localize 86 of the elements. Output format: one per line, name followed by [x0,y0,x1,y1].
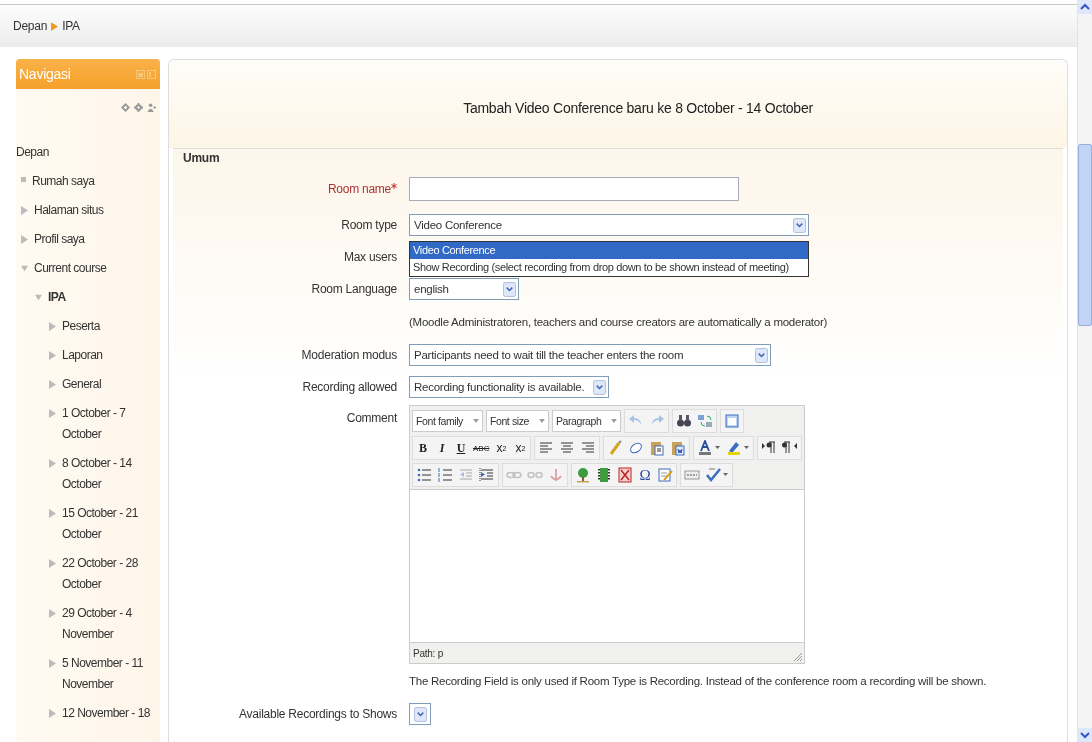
dropdown[interactable]: english [409,278,519,300]
dock-icon [136,69,145,79]
field-label: Room name [327,182,391,196]
dropdown-arrow-icon [472,419,479,423]
highlight-icon [726,440,751,456]
nav-item[interactable]: 15 October - 21 October [62,503,160,545]
format-button[interactable]: U [452,438,470,458]
toolbar-dropdown[interactable]: Font size [485,410,549,432]
nav-item[interactable]: Profil saya [34,229,85,250]
field-label: Room Language [311,282,397,296]
format-button[interactable]: B [414,438,432,458]
nav-item[interactable]: Current course [34,258,107,279]
help-text: (Moodle Administratoren, teachers and course creators are automatically a moderator) [409,316,828,328]
settings-icon [134,103,143,112]
field-label: Available Recordings to Shows [239,707,397,721]
dropdown-arrow-icon [611,419,618,423]
text-color-icon [697,440,722,456]
bullet-list-icon [416,467,432,483]
replace-icon [697,413,714,429]
toolbar-dropdown[interactable]: Paragraph [551,410,622,432]
text-input[interactable] [409,177,739,201]
nav-item[interactable]: Depan [16,142,49,163]
field-label: Max users [343,250,397,264]
resize-grip-icon [794,653,803,661]
anchor-icon [548,467,564,483]
outdent-icon [458,467,474,483]
breadcrumb-link[interactable]: IPA [62,19,80,33]
paste-word-icon [670,440,687,456]
block-title: Navigasi [19,66,71,82]
collapse-icon [147,69,156,79]
paste-text-icon [649,440,666,456]
image-icon [575,467,591,483]
dropdown[interactable]: Video Conference [409,214,809,236]
field-label: Moderation modus [301,348,397,362]
indent-icon [479,467,495,483]
nav-item[interactable]: IPA [48,287,66,308]
nav-item[interactable]: 5 November - 11 November [62,653,160,695]
brush-icon [607,440,624,456]
form-title: Tambah Video Conference baru ke 8 October - 14 October [463,100,813,116]
dropdown-option[interactable]: Video Conference [410,242,808,259]
format-button[interactable]: ABC [471,438,492,458]
nav-item[interactable]: 29 October - 4 November [62,603,160,645]
nav-item[interactable]: General [62,374,102,395]
field-label: Room type [341,218,397,232]
bullet-icon [21,177,26,182]
scroll-thumb[interactable] [1078,144,1092,326]
numbered-list-icon [437,467,453,483]
right-to-left-icon [782,440,799,456]
format-button[interactable]: x$^{2}$ [511,438,530,458]
scrollbar[interactable] [1077,0,1092,742]
scroll-down-button[interactable] [1078,728,1092,742]
binoculars-icon [676,413,693,429]
dropdown[interactable]: Participants need to wait till the teacher enters the room [409,344,771,366]
nav-item[interactable]: 8 October - 14 October [62,453,160,495]
align-left-icon [538,440,555,456]
move-icon [121,103,130,112]
nav-item[interactable]: Rumah saya [32,171,95,192]
nav-item[interactable]: Laporan [62,345,103,366]
person-add-icon [147,103,156,112]
field-label: Comment [346,411,397,425]
format-button[interactable]: I [433,438,451,458]
nav-item[interactable]: 22 October - 28 October [62,553,160,595]
toolbar-dropdown[interactable]: Font family [412,410,483,432]
eraser-icon [628,440,645,456]
dropdown[interactable]: Recording functionality is available. [409,376,609,398]
edit-icon [657,467,673,483]
nav-item[interactable]: Peserta [62,316,100,337]
special-character-button[interactable]: Ω [636,465,654,485]
field-label: Recording allowed [302,380,397,394]
nav-item[interactable]: 1 October - 7 October [62,403,160,445]
dropdown[interactable] [409,703,431,725]
separator-arrow-icon [51,21,59,31]
breadcrumb-link[interactable]: Depan [13,19,48,33]
left-to-right-icon [761,440,778,456]
spellcheck-icon [705,467,729,483]
align-center-icon [559,440,576,456]
dropdown-option[interactable]: Show Recording (select recording from drop down to be shown instead of meeting) [410,259,808,276]
film-icon [596,467,612,483]
element-path: Path: p [413,647,443,659]
align-right-icon [580,440,597,456]
scroll-up-button[interactable] [1078,0,1092,14]
nav-item[interactable]: 12 November - 18 [62,703,151,724]
dropdown-arrow-icon [538,419,545,423]
nav-item[interactable]: Halaman situs [34,200,104,221]
help-text: The Recording Field is only used if Room Type is Recording. Instead of the conference room a recording will be shown. [409,675,987,687]
section-title: Umum [183,151,220,165]
